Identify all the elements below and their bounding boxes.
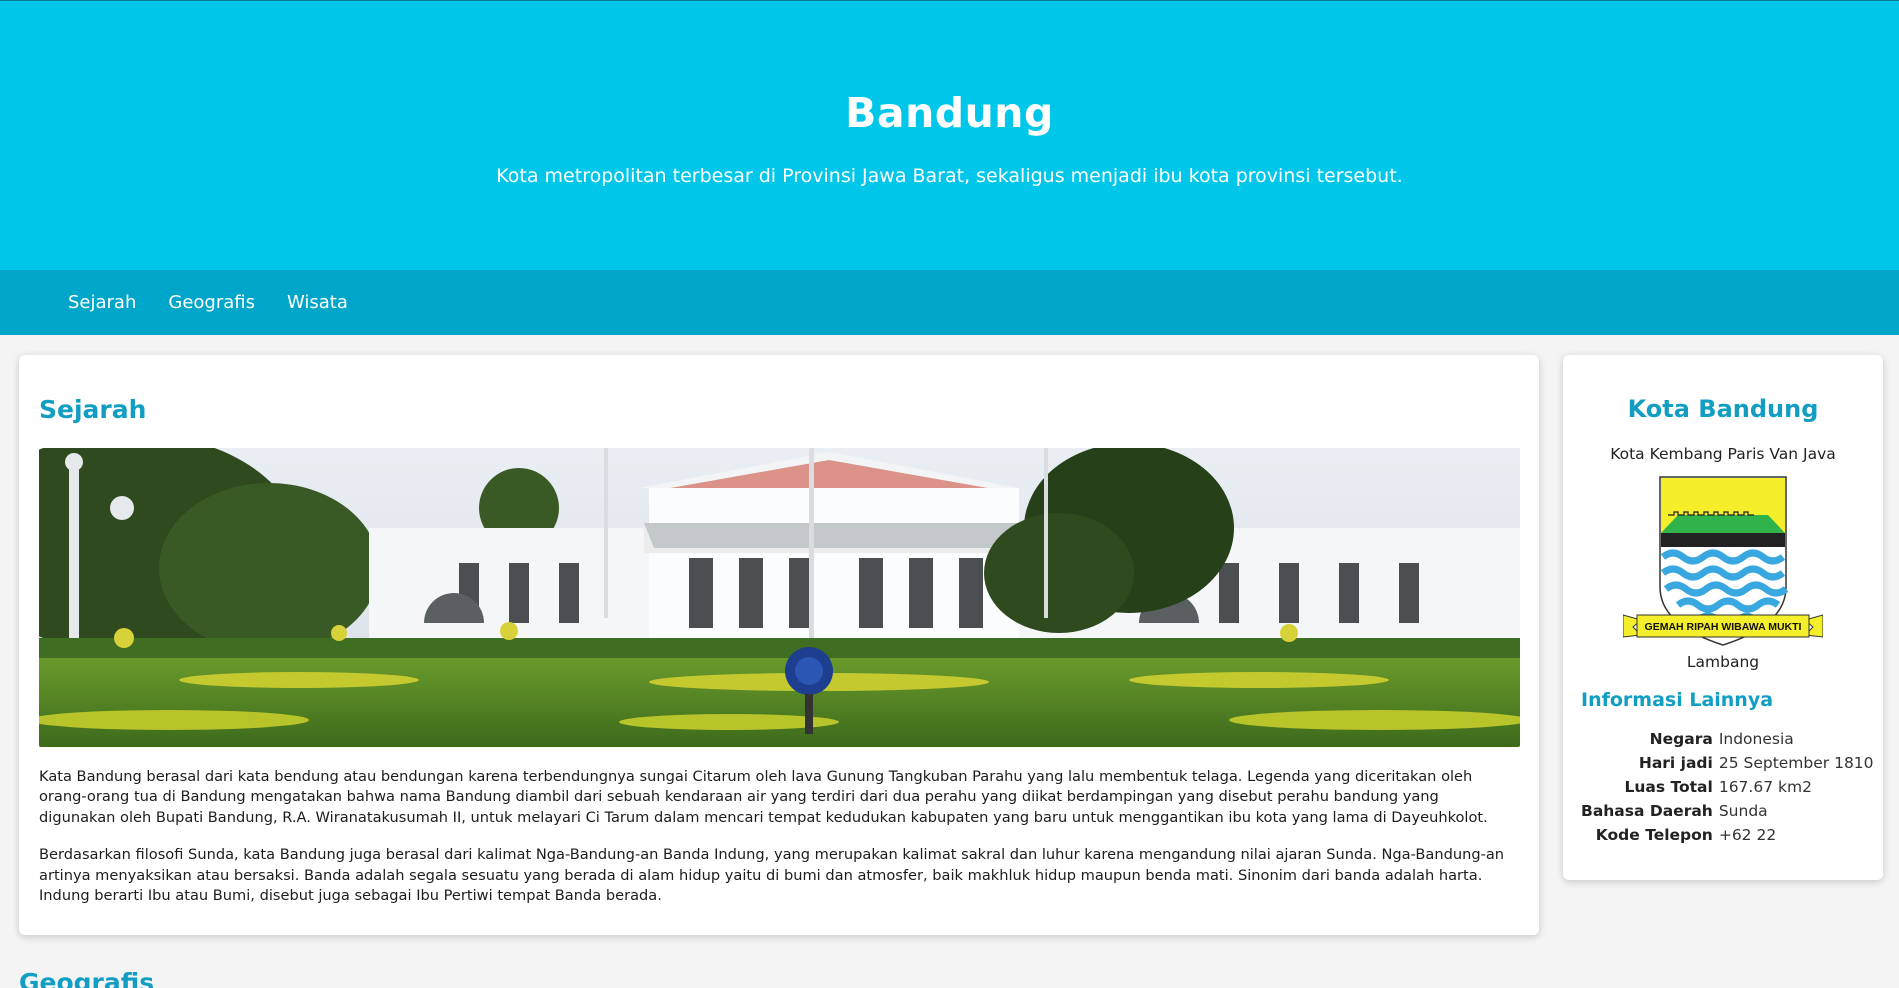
info-value-bahasa-daerah: Sunda bbox=[1718, 802, 1768, 820]
info-value-luas-total: 167.67 km2 bbox=[1718, 778, 1812, 796]
info-row: Bahasa Daerah Sunda bbox=[1579, 799, 1876, 823]
sejarah-paragraph-1: Kata Bandung berasal dari kata bendung a… bbox=[39, 768, 1488, 826]
nav-item-geografis[interactable]: Geografis bbox=[168, 292, 255, 313]
banner-illustration bbox=[39, 448, 1520, 747]
info-row: Negara Indonesia bbox=[1579, 727, 1876, 751]
info-row: Luas Total 167.67 km2 bbox=[1579, 775, 1876, 799]
info-key-hari-jadi: Hari jadi bbox=[1638, 754, 1713, 772]
sejarah-card: Sejarah Kata Bandung berasal dari kata b… bbox=[19, 355, 1539, 935]
hero-header: Bandung Kota metropolitan terbesar di Pr… bbox=[0, 1, 1899, 270]
info-value-hari-jadi: 25 September 1810 bbox=[1718, 754, 1874, 772]
info-key-bahasa-daerah: Bahasa Daerah bbox=[1581, 802, 1713, 820]
info-table: Negara Indonesia Hari jadi 25 September … bbox=[1579, 727, 1876, 847]
city-motto: Kota Kembang Paris Van Java bbox=[1610, 445, 1836, 463]
sejarah-heading: Sejarah bbox=[39, 395, 147, 424]
info-heading: Informasi Lainnya bbox=[1581, 689, 1774, 711]
info-row: Kode Telepon +62 22 bbox=[1579, 823, 1876, 847]
emblem-shield-icon: GEMAH RIPAH WIBAWA MUKTI bbox=[1622, 476, 1824, 646]
geografis-heading: Geografis bbox=[19, 968, 155, 988]
page-subtitle: Kota metropolitan terbesar di Provinsi J… bbox=[496, 165, 1403, 187]
emblem-caption: Lambang bbox=[1686, 653, 1760, 671]
gedung-pakuan-photo bbox=[39, 448, 1520, 747]
main-navigation: Sejarah Geografis Wisata bbox=[0, 270, 1899, 335]
city-info-card: Kota Bandung Kota Kembang Paris Van Java bbox=[1563, 355, 1883, 880]
nav-item-sejarah[interactable]: Sejarah bbox=[68, 292, 136, 313]
info-value-negara: Indonesia bbox=[1718, 730, 1794, 748]
emblem-ribbon-text: GEMAH RIPAH WIBAWA MUKTI bbox=[1645, 621, 1802, 633]
nav-item-wisata[interactable]: Wisata bbox=[287, 292, 348, 313]
city-name-heading: Kota Bandung bbox=[1627, 395, 1819, 423]
info-key-negara: Negara bbox=[1649, 730, 1713, 748]
info-key-luas-total: Luas Total bbox=[1624, 778, 1713, 796]
info-row: Hari jadi 25 September 1810 bbox=[1579, 751, 1876, 775]
sejarah-paragraph-2: Berdasarkan filosofi Sunda, kata Bandung… bbox=[39, 846, 1505, 905]
info-key-kode-telepon: Kode Telepon bbox=[1595, 826, 1713, 844]
page-title: Bandung bbox=[845, 89, 1054, 137]
city-emblem-image: GEMAH RIPAH WIBAWA MUKTI bbox=[1622, 475, 1824, 650]
info-value-kode-telepon: +62 22 bbox=[1718, 826, 1777, 844]
